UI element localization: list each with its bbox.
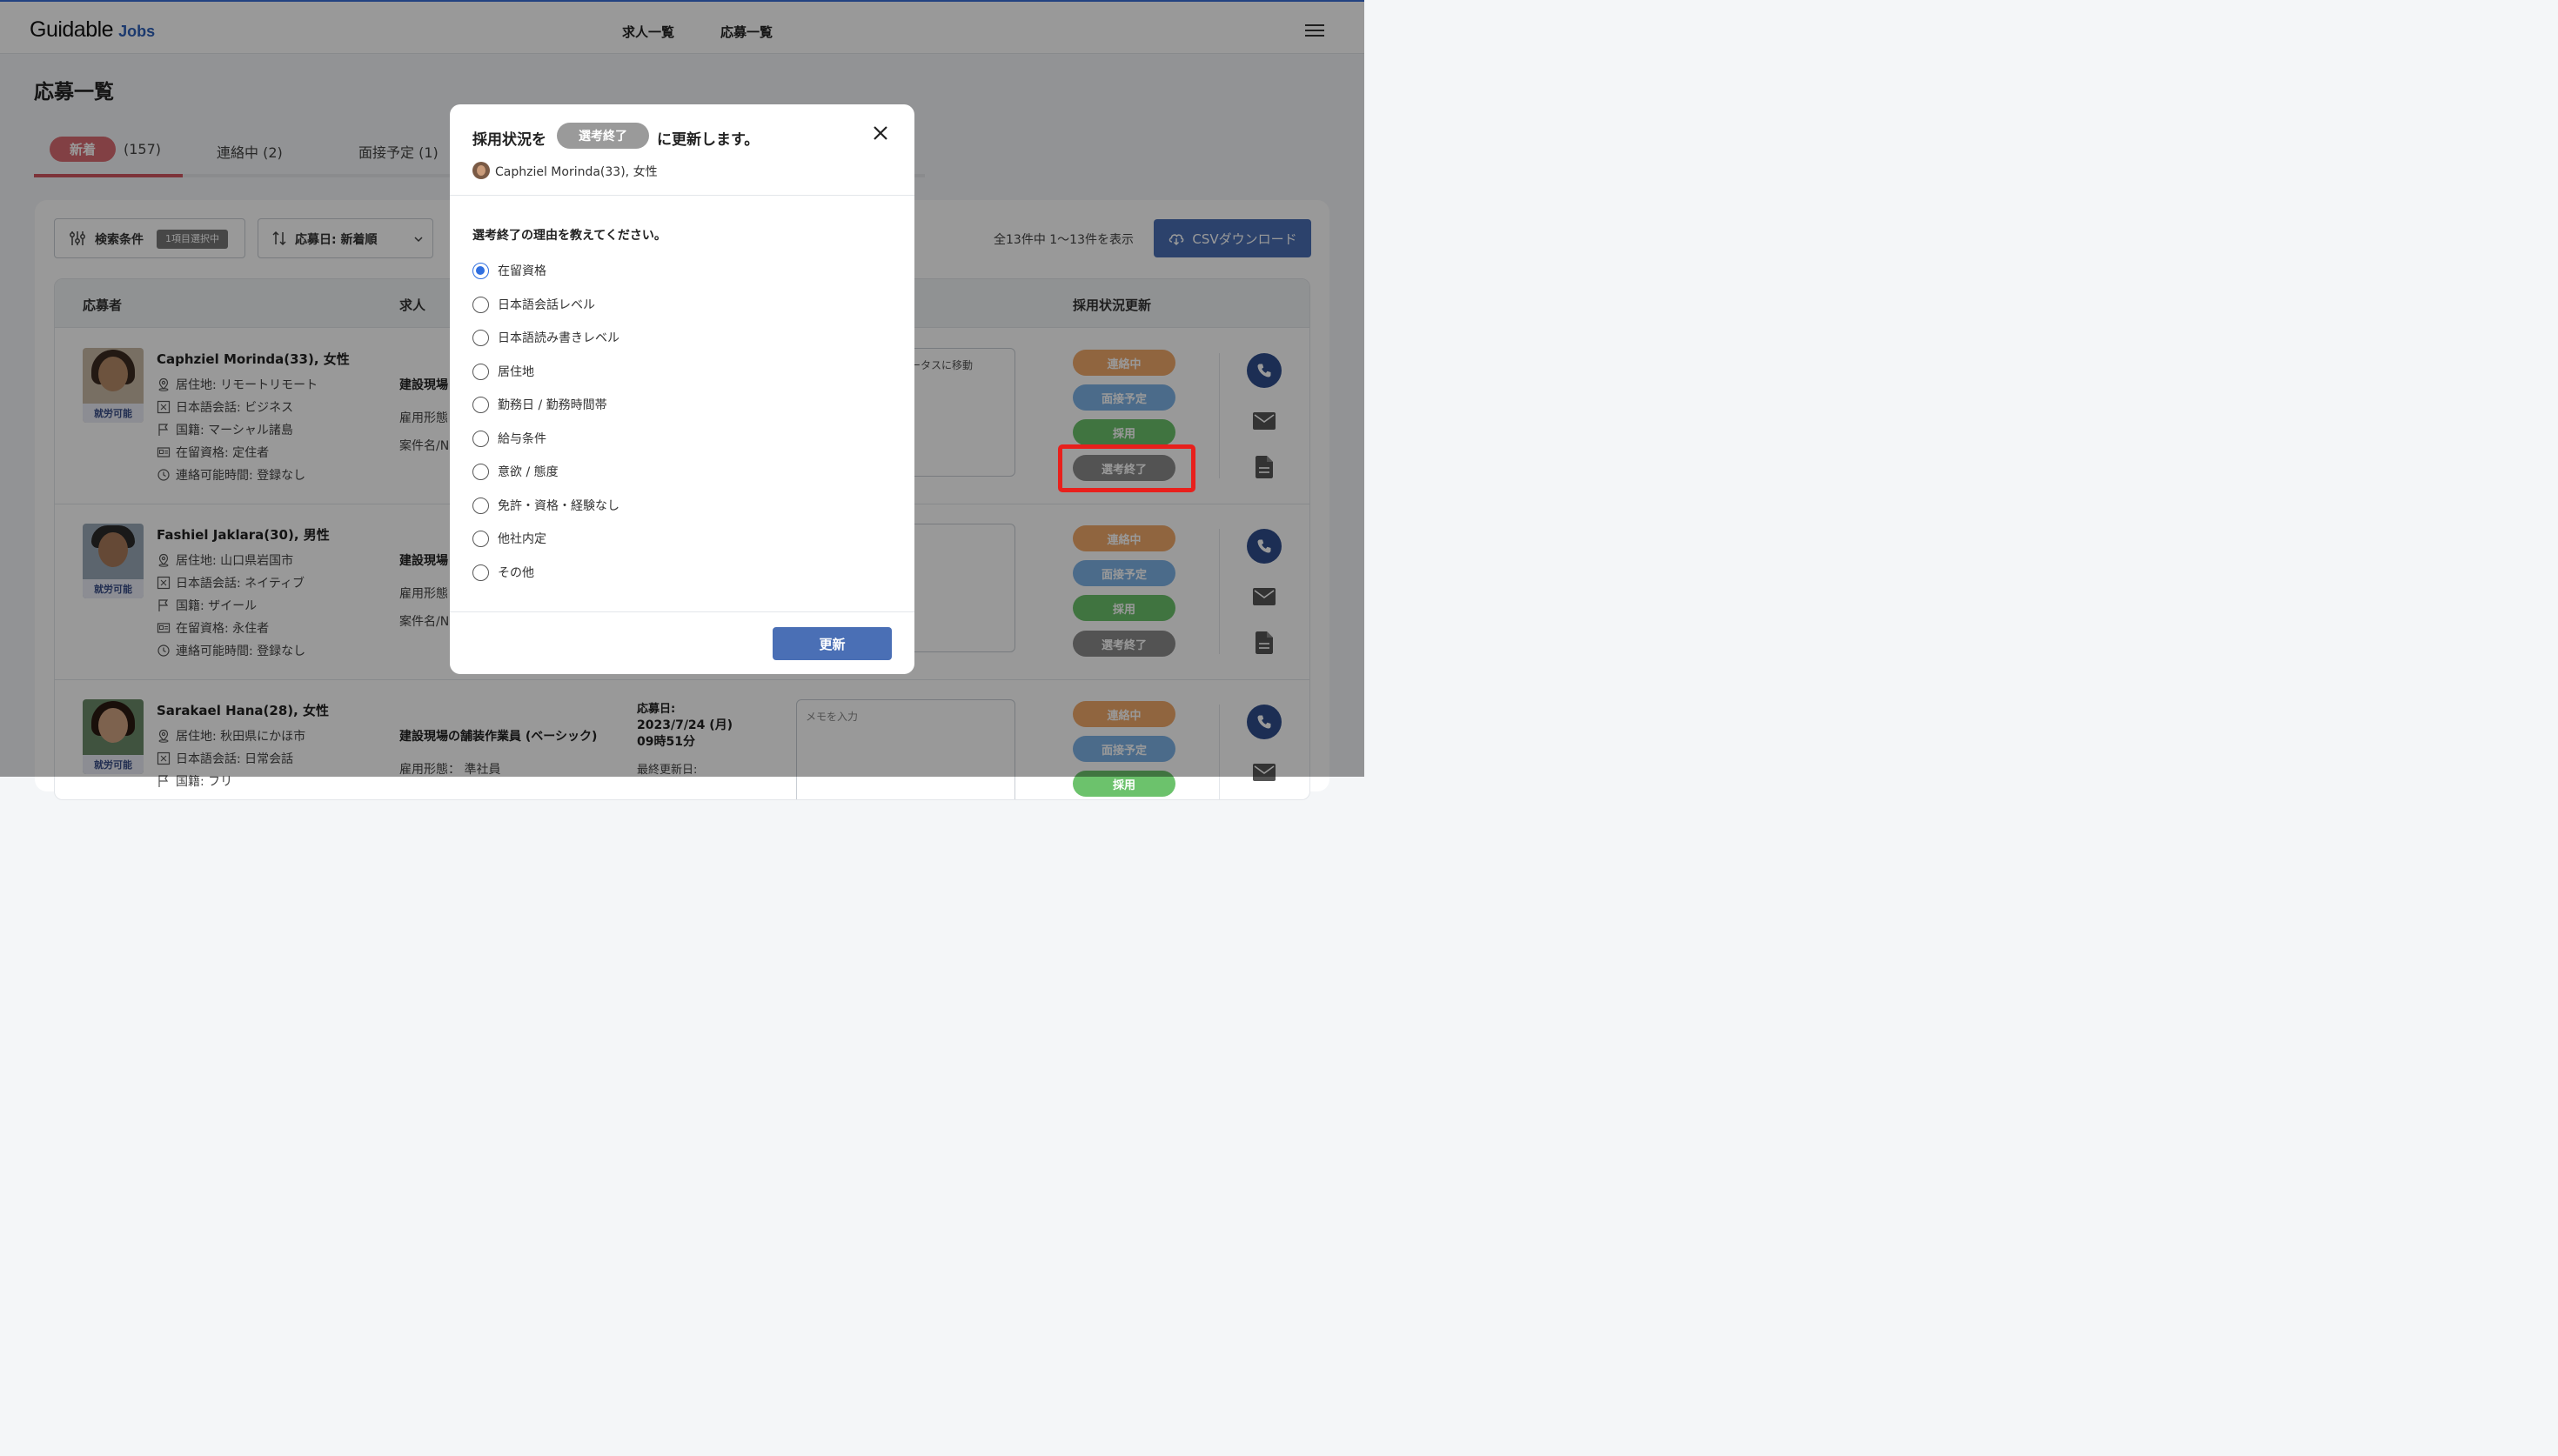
reason-option-other[interactable]: その他 — [472, 563, 534, 582]
reason-option-other-offer[interactable]: 他社内定 — [472, 529, 546, 548]
highlight-box — [1058, 444, 1195, 492]
radio-button[interactable] — [472, 497, 489, 514]
reason-option-label: 在留資格 — [498, 264, 546, 278]
reason-option-label: 日本語読み書きレベル — [498, 331, 619, 345]
radio-button[interactable] — [472, 530, 489, 547]
reason-option-label: 意欲 / 態度 — [498, 465, 559, 479]
reason-option-conversation[interactable]: 日本語会話レベル — [472, 295, 595, 314]
status-update-modal: 採用状況を 選考終了 に更新します。 Caphziel Morinda(33),… — [450, 104, 914, 674]
reason-option-label: 居住地 — [498, 365, 534, 379]
modal-title-prefix: 採用状況を — [472, 131, 546, 149]
reason-option-attitude[interactable]: 意欲 / 態度 — [472, 462, 559, 481]
reason-option-label: その他 — [498, 566, 534, 580]
radio-button[interactable] — [472, 363, 489, 380]
reason-option-label: 日本語会話レベル — [498, 298, 595, 312]
radio-button[interactable] — [472, 329, 489, 346]
modal-avatar — [472, 162, 490, 179]
radio-button[interactable] — [472, 463, 489, 480]
radio-button[interactable] — [472, 296, 489, 313]
modal-footer: 更新 — [450, 611, 914, 674]
reason-option-label: 給与条件 — [498, 432, 546, 446]
reason-question: 選考終了の理由を教えてください。 — [472, 229, 666, 243]
reason-option-label: 勤務日 / 勤務時間帯 — [498, 398, 607, 412]
reason-option-salary[interactable]: 給与条件 — [472, 429, 546, 448]
reason-option-schedule[interactable]: 勤務日 / 勤務時間帯 — [472, 395, 607, 414]
modal-title-suffix: に更新します。 — [657, 131, 760, 149]
radio-button[interactable] — [472, 564, 489, 581]
modal-applicant-name: Caphziel Morinda(33), 女性 — [495, 165, 658, 179]
modal-header: 採用状況を 選考終了 に更新します。 Caphziel Morinda(33),… — [450, 104, 914, 196]
reason-option-reading-writing[interactable]: 日本語読み書きレベル — [472, 328, 619, 347]
close-icon[interactable] — [871, 124, 890, 143]
reason-option-no-license[interactable]: 免許・資格・経験なし — [472, 496, 619, 515]
radio-button[interactable] — [472, 262, 489, 279]
reason-option-residence[interactable]: 居住地 — [472, 362, 534, 381]
radio-button[interactable] — [472, 396, 489, 413]
reason-option-label: 免許・資格・経験なし — [498, 499, 619, 513]
reason-option-visa[interactable]: 在留資格 — [472, 261, 546, 280]
reason-option-label: 他社内定 — [498, 532, 546, 546]
radio-button[interactable] — [472, 430, 489, 447]
update-button[interactable]: 更新 — [773, 627, 892, 660]
modal-status-pill: 選考終了 — [557, 123, 649, 149]
